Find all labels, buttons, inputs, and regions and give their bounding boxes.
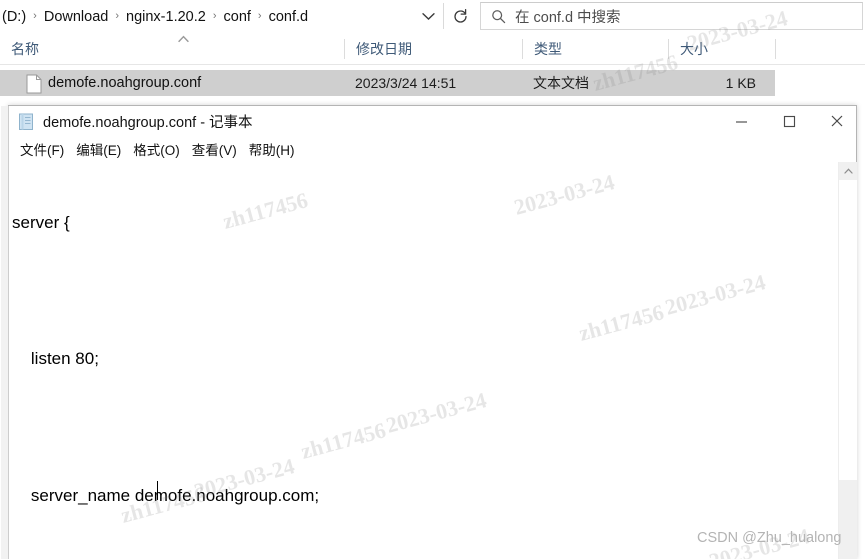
notepad-title-bar[interactable]: demofe.noahgroup.conf - 记事本 [9, 106, 856, 137]
code-line: server { [12, 212, 70, 232]
breadcrumb-segment-drive[interactable]: (D:) [2, 9, 26, 25]
breadcrumb-separator-icon: › [115, 9, 120, 22]
breadcrumb[interactable]: (D:) › Download › nginx-1.20.2 › conf › … [0, 2, 440, 31]
toolbar-divider [443, 3, 444, 29]
column-header-date-modified[interactable]: 修改日期 [345, 33, 533, 64]
notepad-window: demofe.noahgroup.conf - 记事本 文件(F) 编辑(E) … [1, 105, 857, 559]
text-file-icon [25, 74, 43, 94]
sort-ascending-icon [176, 35, 190, 45]
breadcrumb-segment-confd[interactable]: conf.d [269, 9, 309, 25]
notepad-window-title: demofe.noahgroup.conf - 记事本 [43, 115, 253, 131]
screen-root: (D:) › Download › nginx-1.20.2 › conf › … [0, 0, 865, 559]
menu-item-help[interactable]: 帮助(H) [243, 137, 301, 161]
file-list-column-headers: 名称 修改日期 类型 大小 [0, 33, 865, 65]
chevron-down-icon[interactable] [415, 5, 441, 27]
menu-item-edit[interactable]: 编辑(E) [70, 137, 127, 161]
breadcrumb-segment-download[interactable]: Download [44, 9, 109, 25]
column-header-type[interactable]: 类型 [523, 33, 679, 64]
refresh-icon[interactable] [447, 4, 473, 29]
column-divider[interactable] [775, 39, 776, 59]
chevron-up-icon[interactable] [839, 162, 857, 180]
code-line: server_name demofe.noahgroup.com; [12, 486, 320, 506]
scrollbar-thumb[interactable] [839, 180, 857, 480]
breadcrumb-separator-icon: › [212, 9, 217, 22]
file-name-cell[interactable]: demofe.noahgroup.conf [48, 70, 201, 96]
notepad-menu-bar: 文件(F) 编辑(E) 格式(O) 查看(V) 帮助(H) [9, 137, 856, 161]
file-size-cell: 1 KB [725, 75, 756, 91]
vertical-scrollbar[interactable] [839, 162, 857, 559]
minimize-button[interactable] [718, 106, 764, 136]
file-type-cell: 文本文档 [533, 75, 589, 91]
notepad-text-content: server { listen 80; server_name demofe.n… [10, 162, 711, 559]
file-date-cell: 2023/3/24 14:51 [355, 75, 457, 91]
search-icon [481, 3, 515, 29]
search-input[interactable]: 在 conf.d 中搜索 [480, 2, 863, 30]
menu-item-file[interactable]: 文件(F) [14, 137, 70, 161]
breadcrumb-separator-icon: › [33, 9, 37, 22]
breadcrumb-segment-nginx[interactable]: nginx-1.20.2 [126, 9, 206, 25]
breadcrumb-segment-conf[interactable]: conf [224, 9, 251, 25]
window-left-edge [1, 106, 9, 559]
column-header-size[interactable]: 大小 [669, 33, 775, 64]
maximize-button[interactable] [766, 106, 812, 136]
menu-item-view[interactable]: 查看(V) [186, 137, 243, 161]
close-button[interactable] [814, 106, 860, 136]
text-cursor [157, 481, 158, 500]
notepad-text-editor[interactable]: server { listen 80; server_name demofe.n… [10, 162, 839, 559]
menu-item-format[interactable]: 格式(O) [127, 137, 186, 161]
notepad-icon [18, 113, 35, 131]
search-placeholder-text: 在 conf.d 中搜索 [515, 9, 621, 26]
code-line: listen 80; [12, 349, 99, 369]
table-row[interactable]: demofe.noahgroup.conf 2023/3/24 14:51 文本… [0, 70, 775, 96]
explorer-address-bar: (D:) › Download › nginx-1.20.2 › conf › … [0, 0, 865, 33]
column-header-name[interactable]: 名称 [0, 33, 344, 64]
breadcrumb-separator-icon: › [257, 9, 262, 22]
